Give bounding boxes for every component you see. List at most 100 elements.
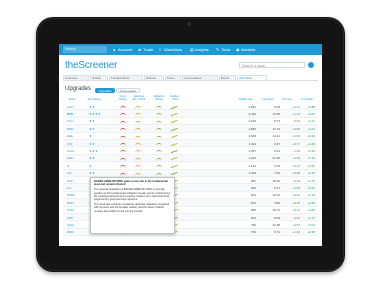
valuation-gauge-icon <box>156 150 162 154</box>
valuation-gauge-icon <box>156 128 162 132</box>
upgrades-toggle[interactable]: Upgrades <box>95 88 115 93</box>
stock-symbol-link[interactable]: RRR <box>67 230 74 234</box>
col-stock[interactable]: Stock <box>65 98 79 101</box>
fund-rating-gauge-icon <box>120 120 126 125</box>
tab-overview[interactable]: Overview <box>63 75 89 80</box>
change-1week-value: +1.75 <box>307 178 315 183</box>
col-last-price[interactable]: Last Price <box>258 98 278 101</box>
table-row[interactable]: JJJ ★★ 1,049 7.92 +0.98 +2.44 <box>63 169 318 178</box>
change-1week-value: +7.22 <box>307 156 315 161</box>
top-search-input[interactable]: Search <box>63 46 107 53</box>
change-1week-value: +0.83 <box>307 200 315 205</box>
market-cap-value: 987 <box>250 178 256 183</box>
nav-account[interactable]: ● Account <box>113 46 132 53</box>
stock-symbol-link[interactable]: EEE <box>67 134 73 138</box>
star-rating: ★★★ <box>89 148 98 153</box>
nav-markets[interactable]: ◉ Markets <box>236 46 255 53</box>
table-row[interactable]: GGG ★★★ 1,357 6.44 -1.26 +0.94 <box>63 147 318 155</box>
change-1week-value: +3.17 <box>307 119 315 124</box>
stock-symbol-link[interactable]: JJJ <box>67 171 72 175</box>
search-button[interactable] <box>308 62 314 68</box>
tab-forex[interactable]: Forex <box>165 75 181 80</box>
nav-label: Insights <box>195 47 209 52</box>
tooltip-body-1: The general evaluation of BAKER AMBE DE … <box>94 188 171 202</box>
valuation-gauge-icon <box>156 157 162 162</box>
col-valuation[interactable]: Valuation Rating <box>152 95 166 101</box>
col-1week[interactable]: % 1 Week <box>297 98 317 101</box>
downgrades-toggle[interactable]: Downgrades <box>116 88 140 93</box>
nav-watchlists[interactable]: ≡ Watchlists <box>159 46 182 53</box>
earnings-gauge-icon <box>135 165 141 169</box>
valuation-gauge-icon <box>156 106 162 110</box>
col-medium-trend[interactable]: Medium Trend <box>168 95 182 101</box>
star-rating: ★ <box>89 134 92 139</box>
star-rating: ★ <box>89 163 92 168</box>
table-row[interactable]: FFF ★★ 1,402 9.87 +0.77 +1.08 <box>63 140 318 148</box>
valuation-gauge-icon <box>156 143 162 147</box>
tab-bonds[interactable]: Bonds <box>219 75 236 80</box>
stock-symbol-link[interactable]: OOO <box>67 208 74 212</box>
table-row[interactable]: DDD ★★ 1,884 11.74 +0.56 +2.61 <box>63 125 318 133</box>
nav-label: Markets <box>241 47 256 52</box>
stock-symbol-link[interactable]: III <box>67 164 70 168</box>
star-rating: ★★ <box>89 104 95 109</box>
tablet-frame: Search ● Account ⇄ Trade ≡ Watchlists ▤Insi… <box>36 17 345 272</box>
nav-label: Watchlists <box>164 47 183 52</box>
tab-sectors[interactable]: Sectors <box>144 75 164 80</box>
nav-tools[interactable]: ✎ Tools <box>216 46 230 53</box>
stock-symbol-link[interactable]: PPP <box>67 216 73 220</box>
fund-rating-gauge-icon <box>120 165 126 169</box>
valuation-gauge-icon <box>156 172 162 177</box>
stock-symbol-link[interactable]: LLL <box>67 186 72 190</box>
table-header: Stock Star Rating Fund. Rating Earnings … <box>63 95 318 102</box>
table-row[interactable]: AAA ★★ 4,862 0.08 +2.31 +5.88 <box>63 103 318 111</box>
tab-funds-indices[interactable]: Funds/Indices <box>109 75 143 80</box>
stock-symbol-link[interactable]: BBB <box>67 112 73 116</box>
stock-symbol-link[interactable]: MMM <box>67 193 75 197</box>
market-cap-value: 1,142 <box>248 163 256 168</box>
table-row[interactable]: BBB ★★★★ 3,420 12.55 +1.14 +4.02 <box>63 110 318 118</box>
change-1week-value: +6.34 <box>307 134 315 139</box>
star-rating: ★★ <box>89 171 95 176</box>
table-row[interactable]: CCC ★★ 2,910 8.73 -0.42 +3.17 <box>63 118 318 126</box>
trade-icon: ⇄ <box>138 47 142 52</box>
wrench-icon: ✎ <box>216 47 220 52</box>
nav-trade[interactable]: ⇄ Trade <box>138 46 153 53</box>
stock-symbol-link[interactable]: KKK <box>67 179 73 183</box>
app-screen: Search ● Account ⇄ Trade ≡ Watchlists ▤Insi… <box>59 44 322 246</box>
col-fund-rating[interactable]: Fund. Rating <box>117 95 129 101</box>
user-icon: ● <box>113 47 116 52</box>
earnings-gauge-icon <box>135 120 141 125</box>
last-price-value: 8.73 <box>274 119 280 124</box>
stock-symbol-link[interactable]: DDD <box>67 127 74 131</box>
tab-stocks[interactable]: Stocks <box>90 75 108 80</box>
stock-symbol-link[interactable]: HHH <box>67 156 74 160</box>
stock-symbol-link[interactable]: CCC <box>67 119 74 123</box>
tab-watchlists[interactable]: Watchlists <box>237 75 267 80</box>
market-cap-value: 4,862 <box>248 104 256 109</box>
last-price-value: 6.44 <box>274 148 280 153</box>
earnings-gauge-icon <box>135 150 141 154</box>
stock-search-input[interactable]: Search a stock <box>239 62 305 68</box>
last-price-value: 11.74 <box>272 126 280 131</box>
star-rating: ★★ <box>89 141 95 146</box>
last-price-value: 12.55 <box>272 111 280 116</box>
tab-commodities[interactable]: Commodities <box>182 75 218 80</box>
nav-insights[interactable]: ▤Insights <box>190 46 209 53</box>
nav-label: Tools <box>221 47 231 52</box>
col-market-cap[interactable]: Market Cap <box>236 98 256 101</box>
table-row[interactable]: EEE ★ 1,606 14.21 +1.92 +6.34 <box>63 133 318 141</box>
stock-symbol-link[interactable]: GGG <box>67 149 74 153</box>
stock-symbol-link[interactable]: NNN <box>67 201 74 205</box>
col-earnings-rev[interactable]: Earnings Rev. Trend <box>132 95 146 101</box>
col-star-rating[interactable]: Star Rating <box>85 98 103 101</box>
stock-symbol-link[interactable]: FFF <box>67 142 73 146</box>
section-tabs: Overview Stocks Funds/Indices Sectors Fo… <box>63 75 318 81</box>
stock-symbol-link[interactable]: AAA <box>67 105 73 109</box>
change-1week-value: +5.88 <box>307 104 315 109</box>
table-row[interactable]: III ★ 1,142 4.15 +0.21 +0.52 <box>63 162 318 170</box>
stock-symbol-link[interactable]: QQQ <box>67 223 74 227</box>
table-row[interactable]: HHH ★★ 1,203 21.30 +3.05 +7.22 <box>63 154 318 163</box>
col-1day[interactable]: % 1 Day <box>277 98 297 101</box>
market-cap-value: 790 <box>250 222 256 227</box>
